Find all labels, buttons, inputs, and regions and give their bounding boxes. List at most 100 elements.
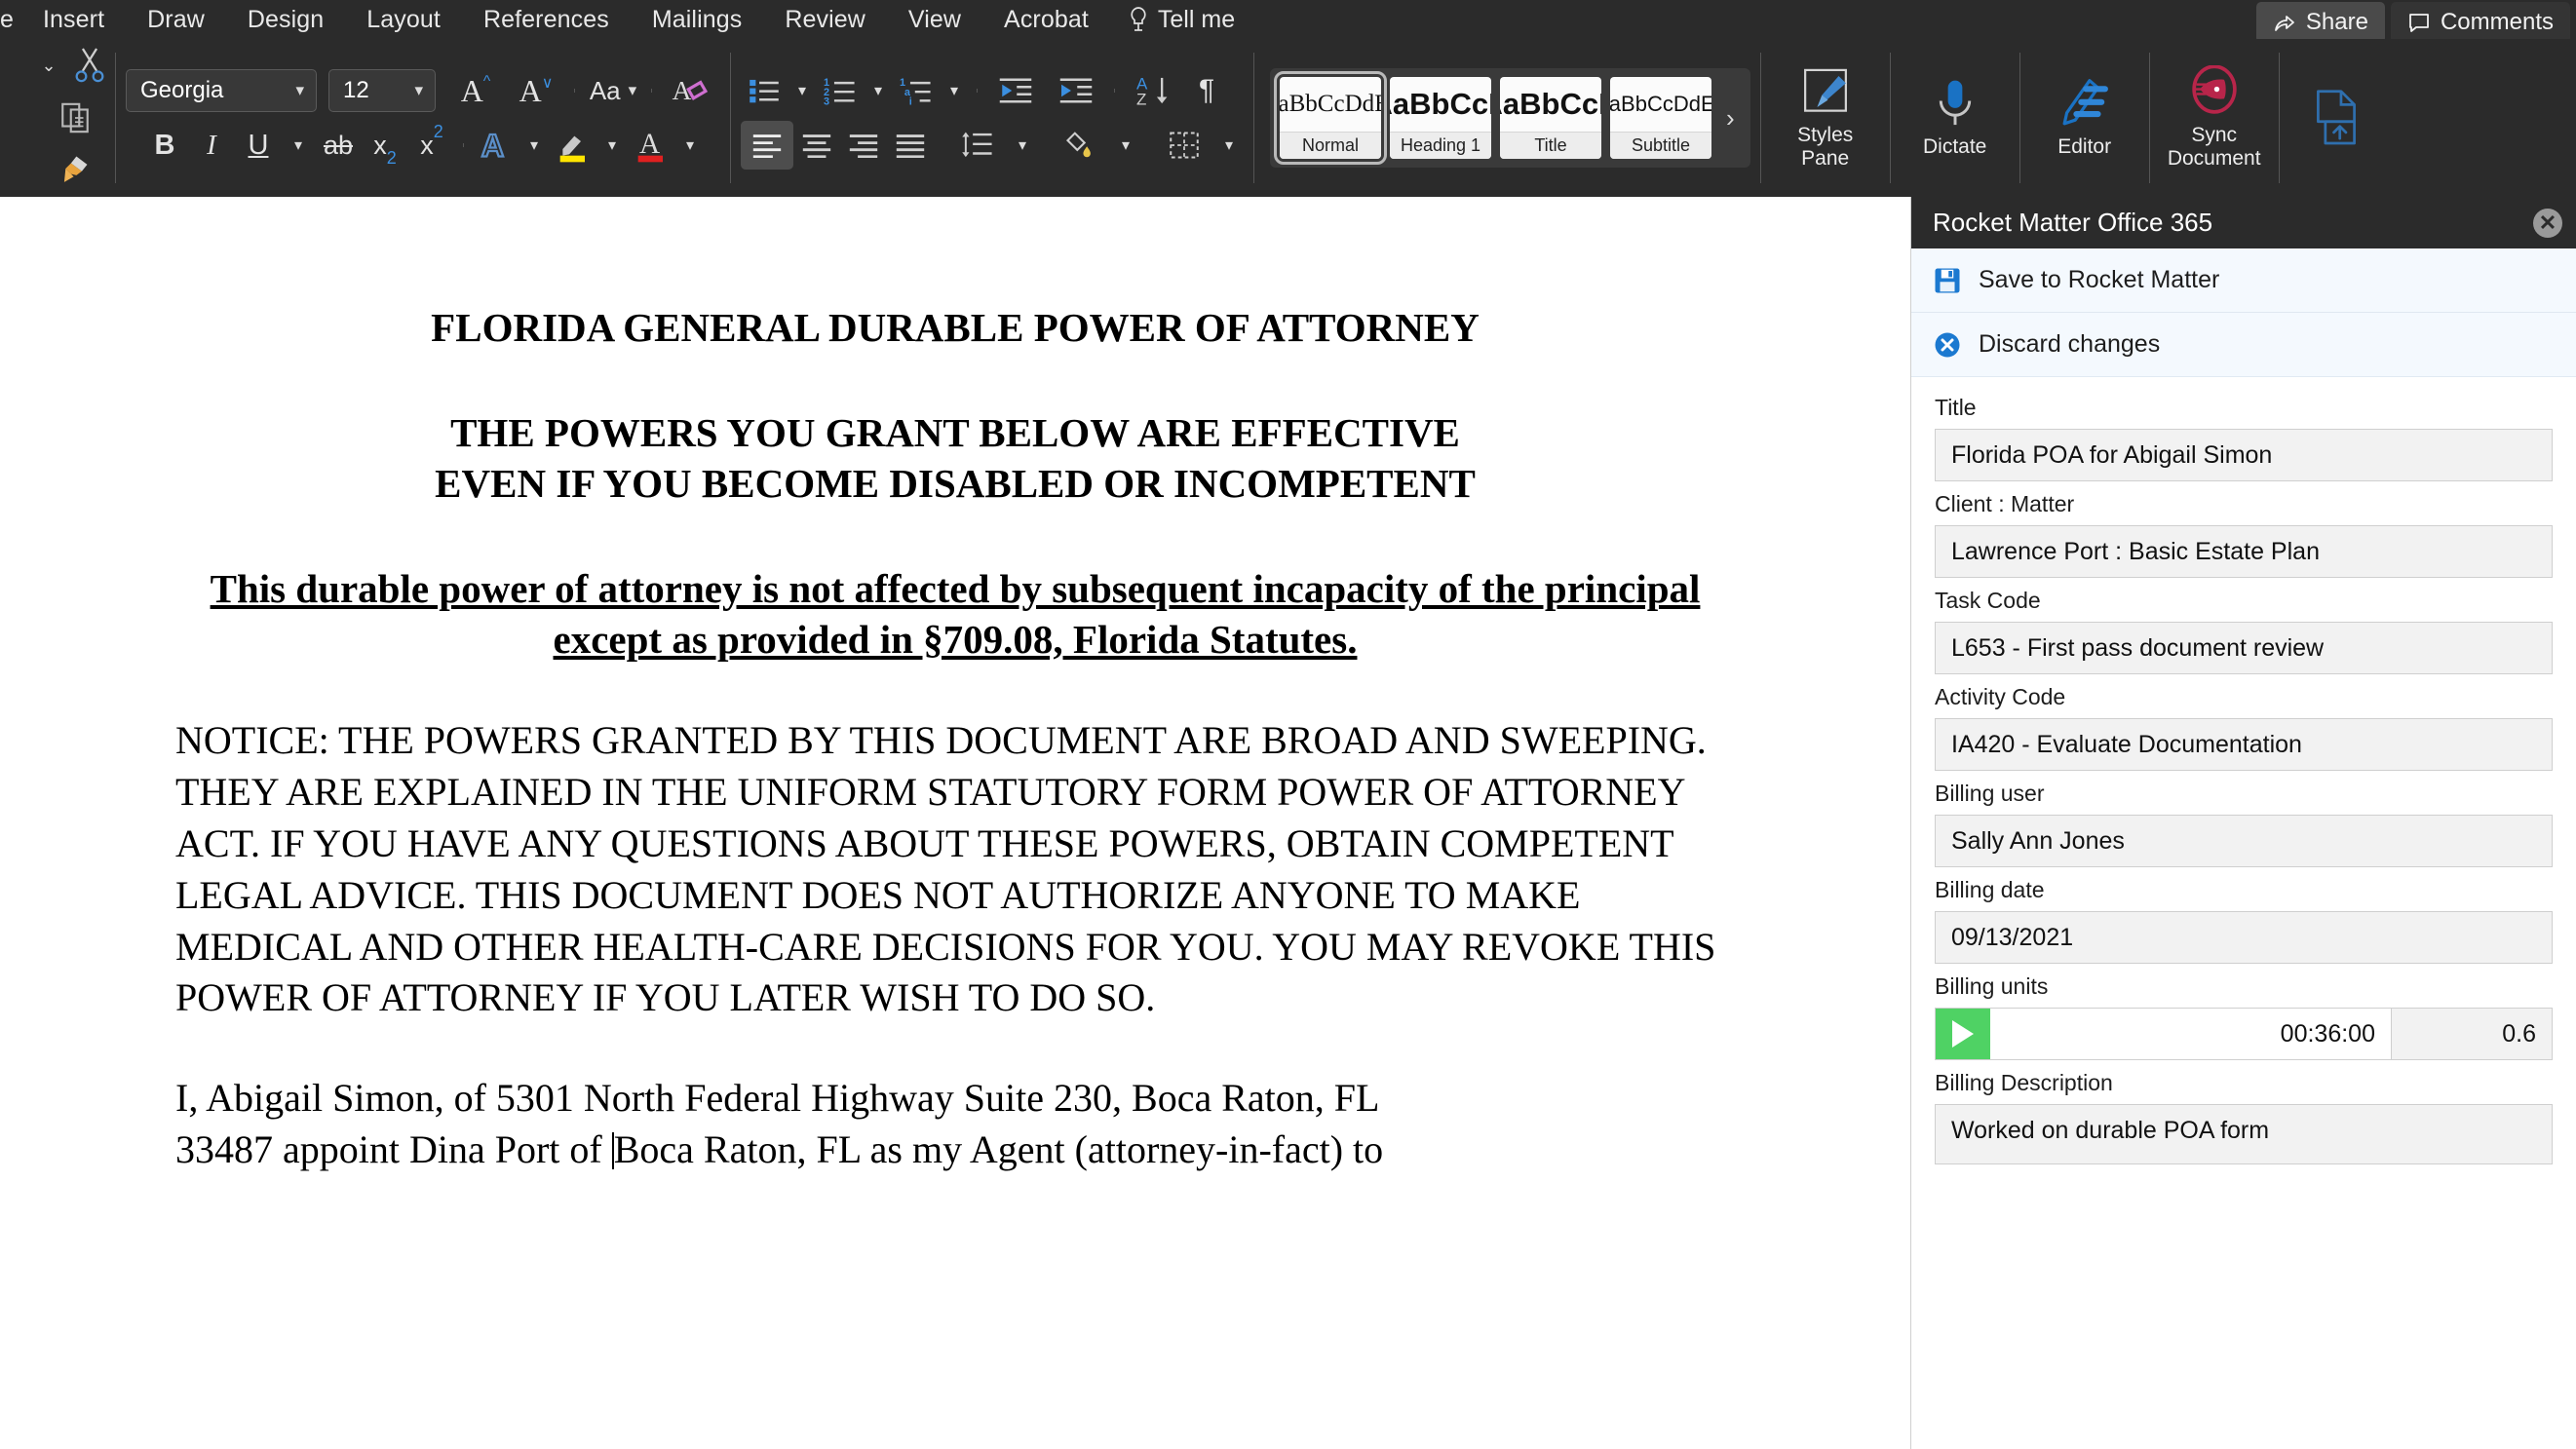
align-right-button[interactable] — [840, 122, 887, 169]
task-pane-header: Rocket Matter Office 365 ✕ — [1911, 197, 2576, 248]
sync-document-button[interactable]: Sync Document — [2160, 54, 2269, 182]
tell-me-button[interactable]: Tell me — [1110, 4, 1252, 36]
shading-chevron-down-icon[interactable]: ▾ — [1111, 135, 1140, 155]
shading-button[interactable] — [1051, 122, 1111, 169]
style-normal[interactable]: AaBbCcDdEe Normal — [1274, 71, 1387, 165]
dictate-label: Dictate — [1922, 135, 1987, 159]
font-group: Georgia ▾ 12 ▾ A ^ A ∨ Aa ▾ A B I U ▾ ab… — [126, 39, 720, 197]
font-color-button[interactable]: A — [628, 122, 674, 169]
numbering-button[interactable]: 123 — [817, 67, 864, 114]
ribbon-divider — [115, 53, 116, 183]
menu-layout[interactable]: Layout — [345, 4, 462, 36]
styles-gallery-more-button[interactable]: › — [1720, 103, 1741, 133]
align-center-button[interactable] — [793, 122, 840, 169]
client-matter-label: Client : Matter — [1935, 491, 2075, 516]
clear-formatting-button[interactable]: A — [660, 67, 720, 114]
format-painter-row — [13, 144, 93, 193]
shrink-font-button[interactable]: A ∨ — [506, 67, 566, 114]
ribbon-divider — [2148, 53, 2150, 183]
line-spacing-chevron-down-icon[interactable]: ▾ — [1008, 135, 1037, 155]
copy-icon[interactable] — [58, 99, 92, 136]
ribbon-divider — [1114, 89, 1115, 93]
document-canvas[interactable]: FLORIDA GENERAL DURABLE POWER OF ATTORNE… — [0, 197, 1910, 1449]
format-painter-icon[interactable] — [58, 152, 93, 185]
italic-button[interactable]: I — [188, 122, 235, 169]
superscript-button[interactable]: x2 — [408, 122, 455, 169]
comments-button[interactable]: Comments — [2390, 2, 2570, 43]
grow-font-button[interactable]: A ^ — [445, 67, 506, 114]
close-icon[interactable]: ✕ — [2533, 208, 2562, 238]
paragraph-row-1: ▾ 123 ▾ 1ai ▾ A Z ¶ — [741, 63, 1244, 118]
billing-description-label: Billing Description — [1935, 1070, 2113, 1095]
billing-user-value: Sally Ann Jones — [1951, 826, 2125, 855]
document-underlined-statement: This durable power of attorney is not af… — [210, 566, 1701, 663]
field-billing-date: Billing date 09/13/2021 — [1935, 877, 2553, 964]
menu-design[interactable]: Design — [226, 4, 345, 36]
strikethrough-button[interactable]: ab — [315, 122, 362, 169]
save-to-rocket-matter-button[interactable]: Save to Rocket Matter — [1911, 248, 2576, 313]
menu-view[interactable]: View — [887, 4, 982, 36]
menu-references[interactable]: References — [462, 4, 631, 36]
show-formatting-marks-button[interactable]: ¶ — [1183, 67, 1230, 114]
multilevel-chevron-down-icon[interactable]: ▾ — [940, 81, 969, 100]
text-effects-button[interactable]: A — [472, 122, 519, 169]
bullets-chevron-down-icon[interactable]: ▾ — [788, 81, 817, 100]
font-size-select[interactable]: 12 ▾ — [328, 69, 436, 112]
style-title[interactable]: AaBbCcD Title — [1500, 77, 1601, 159]
underline-button[interactable]: U — [235, 122, 282, 169]
title-input[interactable]: Florida POA for Abigail Simon — [1935, 429, 2553, 481]
menu-draw[interactable]: Draw — [126, 4, 226, 36]
timer-play-button[interactable] — [1936, 1009, 1990, 1059]
style-heading-1[interactable]: AaBbCcD Heading 1 — [1390, 77, 1491, 159]
highlight-chevron-down-icon[interactable]: ▾ — [596, 135, 628, 155]
change-case-button[interactable]: Aa ▾ — [583, 67, 643, 114]
text-effects-chevron-down-icon[interactable]: ▾ — [519, 135, 550, 155]
borders-chevron-down-icon[interactable]: ▾ — [1214, 135, 1244, 155]
billing-user-input[interactable]: Sally Ann Jones — [1935, 815, 2553, 867]
increase-indent-button[interactable] — [1046, 67, 1106, 114]
client-matter-input[interactable]: Lawrence Port : Basic Estate Plan — [1935, 525, 2553, 578]
line-spacing-button[interactable] — [947, 122, 1008, 169]
multilevel-list-button[interactable]: 1ai — [893, 67, 940, 114]
justify-button[interactable] — [887, 122, 934, 169]
activity-code-input[interactable]: IA420 - Evaluate Documentation — [1935, 718, 2553, 771]
billing-description-input[interactable]: Worked on durable POA form — [1935, 1104, 2553, 1164]
dictate-button[interactable]: Dictate — [1901, 54, 2010, 182]
align-left-button[interactable] — [741, 121, 793, 170]
font-family-select[interactable]: Georgia ▾ — [126, 69, 317, 112]
sort-button[interactable]: AZ — [1123, 67, 1183, 114]
field-billing-units: Billing units 00:36:00 0.6 — [1935, 973, 2553, 1060]
share-button[interactable]: Share — [2255, 2, 2385, 43]
task-code-input[interactable]: L653 - First pass document review — [1935, 622, 2553, 674]
highlight-color-button[interactable] — [550, 122, 596, 169]
font-color-chevron-down-icon[interactable]: ▾ — [674, 135, 706, 155]
cut-icon[interactable] — [73, 46, 106, 85]
bullets-button[interactable] — [741, 67, 788, 114]
menu-mailings[interactable]: Mailings — [631, 4, 764, 36]
billing-units-input[interactable]: 0.6 — [2392, 1009, 2552, 1059]
field-task-code: Task Code L653 - First pass document rev… — [1935, 588, 2553, 674]
menubar-right-actions: Share Comments — [2255, 2, 2570, 43]
ribbon-divider — [2019, 53, 2020, 183]
editor-button[interactable]: Editor — [2030, 54, 2139, 182]
style-subtitle[interactable]: AaBbCcDdEe Subtitle — [1610, 77, 1711, 159]
subscript-button[interactable]: x2 — [362, 122, 408, 169]
discard-changes-button[interactable]: Discard changes — [1911, 313, 2576, 377]
copy-row — [14, 92, 92, 144]
borders-button[interactable] — [1154, 122, 1214, 169]
discard-changes-label: Discard changes — [1979, 330, 2161, 358]
menu-acrobat[interactable]: Acrobat — [982, 4, 1110, 36]
decrease-indent-button[interactable] — [985, 67, 1046, 114]
field-client-matter: Client : Matter Lawrence Port : Basic Es… — [1935, 491, 2553, 578]
menu-insert[interactable]: Insert — [21, 4, 126, 36]
menu-home-partial[interactable]: e — [0, 4, 21, 36]
numbering-chevron-down-icon[interactable]: ▾ — [864, 81, 893, 100]
bold-button[interactable]: B — [141, 122, 188, 169]
timer-value-input[interactable]: 00:36:00 — [1990, 1009, 2392, 1059]
upload-document-button[interactable] — [2289, 54, 2383, 182]
chevron-down-icon[interactable]: ⌄ — [34, 56, 63, 76]
underline-options-chevron-down-icon[interactable]: ▾ — [282, 135, 315, 155]
menu-review[interactable]: Review — [763, 4, 887, 36]
billing-date-input[interactable]: 09/13/2021 — [1935, 911, 2553, 964]
styles-pane-button[interactable]: Styles Pane — [1771, 54, 1880, 182]
